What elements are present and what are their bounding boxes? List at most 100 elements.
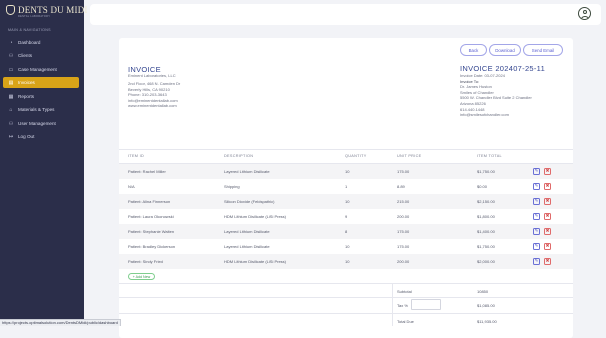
sidebar-item-log-out[interactable]: ↦ Log Out <box>3 131 79 142</box>
cell-desc: HDM Lithium Disilicate (LiSi Press) <box>224 259 287 264</box>
sidebar-item-label: Invoices <box>18 80 35 85</box>
cell-id: N/A <box>128 184 135 189</box>
report-icon: ▦ <box>8 93 14 100</box>
user-avatar-icon[interactable] <box>578 7 591 20</box>
to-email: info@smilesofchandler.com <box>460 112 509 118</box>
invoice-number: INVOICE 202407-25-11 <box>460 64 546 73</box>
trash-icon[interactable]: ✖ <box>544 242 551 250</box>
summary-divider-2 <box>119 297 573 298</box>
sidebar-item-label: User Management <box>18 121 56 126</box>
tax-label: Tax % <box>397 303 408 308</box>
cell-qty: 8 <box>345 229 348 234</box>
cell-desc: HDM Lithium Disilicate (LiSi Press) <box>224 214 287 219</box>
folder-icon: ▭ <box>8 66 14 73</box>
cell-id: Patient: Sindy Fried <box>128 259 163 264</box>
cell-qty: 10 <box>345 169 350 174</box>
trash-icon[interactable]: ✖ <box>544 212 551 220</box>
sidebar-item-clients[interactable]: ⚇ Clients <box>3 50 79 61</box>
trash-icon[interactable]: ✖ <box>544 197 551 205</box>
sidebar-item-label: Reports <box>18 94 35 99</box>
cell-desc: Shipping <box>224 184 240 189</box>
cell-price: 8.89 <box>397 184 405 189</box>
sidebar-item-label: Log Out <box>18 134 35 139</box>
col-header-item-id: ITEM ID <box>128 154 145 158</box>
table-row: Patient: Sindy Fried HDM Lithium Disilica… <box>119 254 573 269</box>
cell-total: $0.00 <box>477 184 488 189</box>
cell-qty: 1 <box>345 184 348 189</box>
cell-total: $2,000.00 <box>477 259 495 264</box>
sidebar-item-invoices[interactable]: ▤ Invoices <box>3 77 79 88</box>
table-row: Patient: Laura Okonowski HDM Lithium Disi… <box>119 209 573 224</box>
from-address-line1: 2nd Floor, 468 N. Camden Dr <box>128 81 181 87</box>
sidebar-item-dashboard[interactable]: ◔ Dashboard <box>3 37 79 48</box>
cell-desc: Layered Lithium Disilicate <box>224 244 270 249</box>
table-row: Patient: Alina Finnerson Silicon Dioxide … <box>119 194 573 209</box>
trash-icon[interactable]: ✖ <box>544 257 551 265</box>
table-row: Patient: Stephanie Walten Layered Lithium… <box>119 224 573 239</box>
cell-id: Patient: Stephanie Walten <box>128 229 175 234</box>
edit-icon[interactable]: ✎ <box>533 242 540 250</box>
sidebar-item-label: Dashboard <box>18 40 41 45</box>
logout-icon: ↦ <box>8 133 14 140</box>
cell-price: 175.00 <box>397 229 410 234</box>
cell-qty: 10 <box>345 259 350 264</box>
col-header-description: DESCRIPTION <box>224 154 254 158</box>
sidebar-item-materials-types[interactable]: ⌂ Materials & Types <box>3 104 79 115</box>
edit-icon[interactable]: ✎ <box>533 182 540 190</box>
trash-icon[interactable]: ✖ <box>544 227 551 235</box>
col-header-quantity: QUANTITY <box>345 154 367 158</box>
cell-total: $1,750.00 <box>477 244 495 249</box>
tooth-icon <box>6 5 15 15</box>
cell-desc: Silicon Dioxide (Feldspathic) <box>224 199 275 204</box>
from-company: Eminent Laboratories, LLC <box>128 73 176 78</box>
cell-total: $1,750.00 <box>477 169 495 174</box>
cell-total: $1,800.00 <box>477 214 495 219</box>
tax-percent-input[interactable] <box>411 299 441 310</box>
user-icon: ⚇ <box>8 120 14 127</box>
brand-name: DENTS DU MIDI <box>18 5 88 15</box>
cell-qty: 9 <box>345 214 348 219</box>
subtotal-label: Subtotal <box>397 289 412 294</box>
sidebar-item-label: Clients <box>18 53 33 58</box>
trash-icon[interactable]: ✖ <box>544 182 551 190</box>
brand-logo[interactable]: DENTS DU MIDI <box>6 5 88 15</box>
cell-desc: Layered Lithium Disilicate <box>224 229 270 234</box>
cell-id: Patient: Bradley Dickerson <box>128 244 176 249</box>
add-new-button[interactable]: + Add New <box>128 273 155 280</box>
cell-price: 200.00 <box>397 214 410 219</box>
table-row: N/A Shipping 1 8.89 $0.00 ✎ ✖ <box>119 179 573 194</box>
link-status-bar: https://projects.optimalsolution.com/Den… <box>0 319 121 326</box>
cell-total: $2,150.00 <box>477 199 495 204</box>
trash-icon[interactable]: ✖ <box>544 167 551 175</box>
dashboard-icon: ◔ <box>9 39 13 46</box>
sidebar-item-label: Materials & Types <box>18 107 55 112</box>
edit-icon[interactable]: ✎ <box>533 257 540 265</box>
total-due-label: Total Due <box>397 319 414 324</box>
sidebar-item-user-management[interactable]: ⚇ User Management <box>3 118 79 129</box>
sidebar-item-case-management[interactable]: ▭ Case Management <box>3 64 79 75</box>
sidebar-item-label: Case Management <box>18 67 57 72</box>
col-header-item-total: ITEM TOTAL <box>477 154 502 158</box>
back-button[interactable]: Back <box>460 44 487 56</box>
send-email-button[interactable]: Send Email <box>523 44 563 56</box>
summary-column-divider <box>392 283 393 326</box>
bill-to: Invoice Date: 03-07-2024 Invoice To: Dr.… <box>460 73 532 118</box>
cell-price: 175.00 <box>397 169 410 174</box>
invoice-icon: ▤ <box>8 79 14 86</box>
edit-icon[interactable]: ✎ <box>533 167 540 175</box>
cell-qty: 10 <box>345 244 350 249</box>
table-row: Patient: Bradley Dickerson Layered Lithiu… <box>119 239 573 254</box>
cell-desc: Layered Lithium Disilicate <box>224 169 270 174</box>
sidebar-item-reports[interactable]: ▦ Reports <box>3 91 79 102</box>
from-website: www.eminentdentallab.com <box>128 103 177 109</box>
brand-tagline: DENTAL LABORATORY <box>18 15 51 18</box>
cell-price: 215.00 <box>397 199 410 204</box>
edit-icon[interactable]: ✎ <box>533 197 540 205</box>
edit-icon[interactable]: ✎ <box>533 227 540 235</box>
users-icon: ⚇ <box>8 52 14 59</box>
download-button[interactable]: Download <box>489 44 521 56</box>
edit-icon[interactable]: ✎ <box>533 212 540 220</box>
sidebar: DENTS DU MIDI DENTAL LABORATORY MAIN & N… <box>0 0 87 326</box>
cell-id: Patient: Alina Finnerson <box>128 199 171 204</box>
from-address: Eminent Laboratories, LLC 2nd Floor, 468… <box>128 73 180 109</box>
